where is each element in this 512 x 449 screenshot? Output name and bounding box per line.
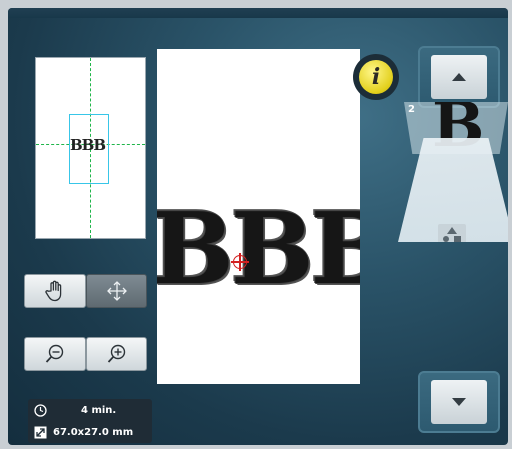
- design-text: BBB: [157, 192, 360, 307]
- move-button[interactable]: [86, 274, 147, 308]
- zoom-out-icon: [45, 344, 64, 363]
- layer-number: 2: [408, 104, 415, 115]
- zoom-in-icon: [107, 344, 125, 363]
- overview-design-text: BBB: [70, 136, 106, 154]
- zoom-out-button[interactable]: [24, 337, 86, 371]
- layer-scroll-up-button[interactable]: [418, 46, 500, 108]
- zoom-in-button[interactable]: [86, 337, 147, 371]
- embroidery-canvas[interactable]: BBB: [157, 49, 360, 384]
- design-size: 67.0x27.0 mm: [53, 427, 134, 438]
- stitch-time: 4 min.: [81, 405, 117, 416]
- design-size-row: 67.0x27.0 mm: [34, 426, 133, 439]
- embroidery-edit-screen: BBB BBB i 2 B 1 4 min. 67.0x27.0 mm: [8, 8, 508, 445]
- design-info-panel: 4 min. 67.0x27.0 mm: [28, 399, 152, 443]
- needle-position-icon: [231, 253, 249, 271]
- pan-button[interactable]: [24, 274, 86, 308]
- top-bar: [8, 8, 508, 18]
- resize-icon: [34, 426, 47, 439]
- info-icon: i: [359, 60, 393, 94]
- stitch-time-row: 4 min.: [34, 404, 116, 417]
- design-overview[interactable]: BBB: [35, 57, 146, 239]
- layer-content-icon: [438, 224, 466, 242]
- layer-number: 1: [404, 164, 411, 175]
- move-arrows-icon: [106, 281, 127, 301]
- triangle-up-icon: [452, 73, 466, 81]
- hand-pan-icon: [45, 280, 62, 302]
- clock-icon: [34, 404, 47, 417]
- info-button[interactable]: i: [353, 54, 399, 100]
- layer-scroll-down-button[interactable]: [418, 371, 500, 433]
- triangle-down-icon: [452, 398, 466, 406]
- layer-stack: 2 B 1: [398, 102, 508, 247]
